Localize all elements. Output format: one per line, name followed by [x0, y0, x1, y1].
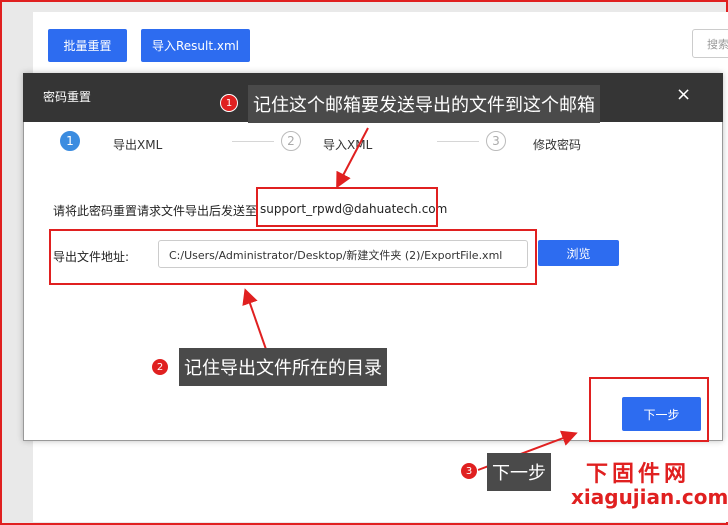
annotation-arrows	[242, 127, 578, 471]
callout-1-number: 1	[220, 94, 238, 112]
callout-2-number: 2	[151, 358, 169, 376]
callout-2: 记住导出文件所在的目录	[179, 348, 387, 386]
arrow-2-line	[242, 288, 269, 356]
watermark-url: xiagujian.com	[571, 485, 728, 509]
callout-1: 记住这个邮箱要发送导出的文件到这个邮箱	[248, 85, 600, 123]
watermark-title: 下固件网	[586, 462, 691, 487]
callout-3: 下一步	[487, 453, 551, 491]
callout-3-number: 3	[460, 462, 478, 480]
arrow-1-line	[336, 127, 369, 189]
